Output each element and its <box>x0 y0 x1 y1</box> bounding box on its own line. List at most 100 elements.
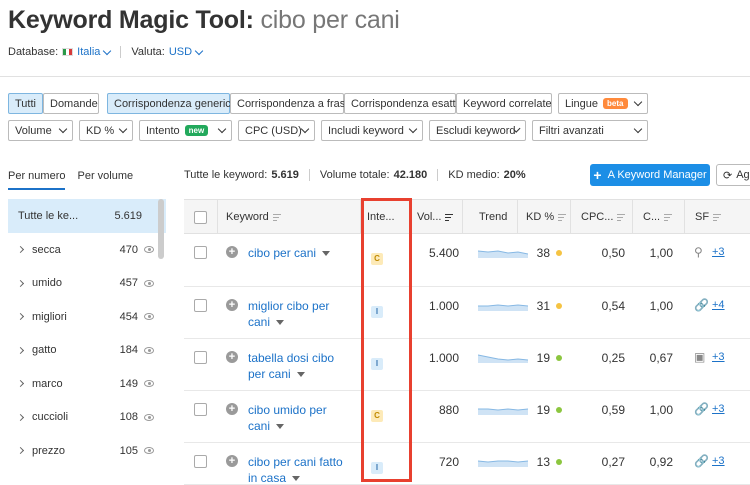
row-checkbox[interactable] <box>194 455 207 468</box>
italy-flag-icon <box>62 48 74 56</box>
caret-down-icon[interactable] <box>296 372 305 378</box>
sidebar-item-marco[interactable]: marco 149 <box>8 367 166 401</box>
row-checkbox[interactable] <box>194 351 207 364</box>
add-to-list-icon[interactable]: + <box>226 246 238 258</box>
cpc-value: 0,59 <box>601 403 625 417</box>
eye-icon[interactable] <box>144 413 154 421</box>
caret-down-icon[interactable] <box>322 251 331 257</box>
kd-difficulty-dot <box>556 355 562 361</box>
volume-filter[interactable]: Volume <box>8 120 73 141</box>
column-trend[interactable]: Trend <box>463 200 518 234</box>
kd-filter[interactable]: KD % <box>79 120 133 141</box>
column-competition[interactable]: C... <box>633 200 685 234</box>
add-to-list-icon[interactable]: + <box>226 299 238 311</box>
column-keyword[interactable]: Keyword <box>218 200 361 234</box>
sf-more-link[interactable]: +4 <box>712 299 725 311</box>
sidebar-item-cuccioli[interactable]: cuccioli 108 <box>8 401 166 435</box>
eye-icon[interactable] <box>144 246 154 254</box>
currency-select[interactable]: USD <box>169 46 192 58</box>
row-checkbox[interactable] <box>194 246 207 259</box>
chevron-right-icon[interactable] <box>16 246 25 254</box>
intent-filter[interactable]: Intento new <box>139 120 232 141</box>
sort-icon <box>713 212 722 223</box>
kd-value: 19 <box>536 403 550 417</box>
chevron-right-icon[interactable] <box>16 447 25 455</box>
title-keyword: cibo per cani <box>260 6 400 34</box>
chevron-right-icon[interactable] <box>16 313 25 321</box>
sf-more-link[interactable]: +3 <box>712 403 725 415</box>
row-checkbox[interactable] <box>194 299 207 312</box>
keyword-link[interactable]: tabella dosi cibo per cani <box>248 350 358 382</box>
tab-per-numero[interactable]: Per numero <box>8 170 66 190</box>
column-sf[interactable]: SF <box>685 200 750 234</box>
caret-down-icon[interactable] <box>276 424 285 430</box>
languages-dropdown[interactable]: Lingue beta <box>558 93 648 114</box>
caret-down-icon[interactable] <box>292 476 301 482</box>
exclude-keyword-filter[interactable]: Escludi keyword <box>429 120 526 141</box>
sort-icon <box>664 212 673 223</box>
tab-per-volume[interactable]: Per volume <box>77 170 133 190</box>
sidebar-scrollbar[interactable] <box>158 199 164 259</box>
tab-corrispondenza-generica[interactable]: Corrispondenza generica <box>107 93 237 114</box>
eye-icon[interactable] <box>144 346 154 354</box>
row-checkbox[interactable] <box>194 403 207 416</box>
link-icon: 🔗 <box>694 298 709 312</box>
add-to-list-icon[interactable]: + <box>226 351 238 363</box>
sidebar-item-gatto[interactable]: gatto 184 <box>8 334 166 368</box>
sidebar-item-all[interactable]: Tutte le ke... 5.619 <box>8 199 166 233</box>
sf-more-link[interactable]: +3 <box>712 246 725 258</box>
sidebar-item-migliori[interactable]: migliori 454 <box>8 300 166 334</box>
chevron-right-icon[interactable] <box>16 380 25 388</box>
advanced-filters[interactable]: Filtri avanzati <box>532 120 648 141</box>
chevron-right-icon[interactable] <box>16 279 25 287</box>
select-all-checkbox[interactable] <box>194 210 207 224</box>
eye-icon[interactable] <box>144 447 154 455</box>
tab-corrispondenza-frase[interactable]: Corrispondenza a frase <box>230 93 351 114</box>
sidebar-item-count: 5.619 <box>114 210 142 222</box>
sf-more-link[interactable]: +3 <box>712 455 725 467</box>
eye-icon[interactable] <box>144 279 154 287</box>
sf-more-link[interactable]: +3 <box>712 351 725 363</box>
tab-domande[interactable]: Domande <box>43 93 99 114</box>
keyword-manager-button[interactable]: + A Keyword Manager <box>590 164 710 186</box>
chevron-down-icon[interactable] <box>194 46 204 55</box>
chevron-right-icon[interactable] <box>16 413 25 421</box>
database-currency-bar: Database: Italia Valuta: USD <box>8 46 204 58</box>
kd-value: 19 <box>536 351 550 365</box>
tab-keyword-correlate[interactable]: Keyword correlate <box>456 93 552 114</box>
column-kd[interactable]: KD % <box>518 200 571 234</box>
sidebar-item-secca[interactable]: secca 470 <box>8 233 166 267</box>
kd-value: 38 <box>536 246 550 260</box>
sidebar-item-label: secca <box>32 243 61 256</box>
sort-icon <box>558 212 567 223</box>
eye-icon[interactable] <box>144 380 154 388</box>
chevron-right-icon[interactable] <box>16 346 25 354</box>
keyword-link[interactable]: miglior cibo per cani <box>248 298 358 330</box>
sidebar-item-label: gatto <box>32 344 57 357</box>
competition-value: 1,00 <box>649 299 673 313</box>
refresh-button[interactable]: ⟳ Ag <box>716 164 750 186</box>
keyword-link[interactable]: cibo per cani fatto in casa <box>248 454 358 485</box>
sidebar-item-label: umido <box>32 277 62 290</box>
keyword-text: per cani <box>248 367 291 381</box>
tab-corrispondenza-esatta[interactable]: Corrispondenza esatta <box>344 93 462 114</box>
column-volume[interactable]: Vol... <box>411 200 463 234</box>
sidebar-item-prezzo[interactable]: prezzo 105 <box>8 434 166 468</box>
plus-icon: + <box>593 167 602 183</box>
caret-down-icon[interactable] <box>276 320 285 326</box>
sort-desc-icon <box>445 212 454 223</box>
include-keyword-filter[interactable]: Includi keyword <box>321 120 423 141</box>
keyword-link[interactable]: cibo per cani <box>248 245 358 261</box>
eye-icon[interactable] <box>144 313 154 321</box>
chevron-down-icon[interactable] <box>103 46 112 55</box>
database-select[interactable]: Italia <box>77 46 100 58</box>
add-to-list-icon[interactable]: + <box>226 403 238 415</box>
sidebar-item-umido[interactable]: umido 457 <box>8 267 166 301</box>
column-cpc[interactable]: CPC... <box>571 200 633 234</box>
sidebar-item-label: Tutte le ke... <box>18 210 79 222</box>
add-to-list-icon[interactable]: + <box>226 455 238 467</box>
keyword-link[interactable]: cibo umido per cani <box>248 402 358 434</box>
kd-difficulty-dot <box>556 303 562 309</box>
tab-tutti[interactable]: Tutti <box>8 93 43 114</box>
cpc-filter[interactable]: CPC (USD) <box>238 120 315 141</box>
